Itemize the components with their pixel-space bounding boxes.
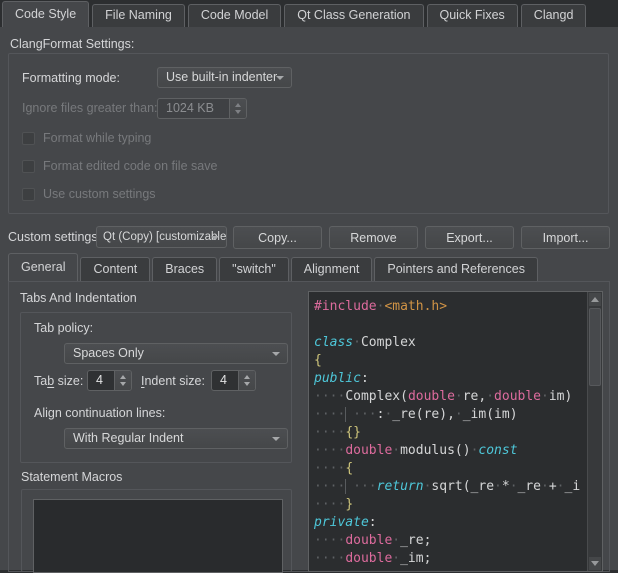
tab-alignment[interactable]: Alignment — [291, 257, 373, 281]
copy-button[interactable]: Copy... — [233, 226, 322, 249]
clangformat-settings-title: ClangFormat Settings: — [10, 37, 134, 51]
ignore-files-spinbox: 1024 KB — [157, 98, 247, 119]
remove-button[interactable]: Remove — [329, 226, 418, 249]
checkbox-icon — [22, 132, 35, 145]
chevron-down-icon — [211, 236, 219, 240]
ignore-files-value: 1024 KB — [158, 99, 229, 118]
tab-size-value: 4 — [88, 371, 114, 390]
tab-quick-fixes[interactable]: Quick Fixes — [427, 4, 518, 27]
spin-down-icon[interactable] — [244, 382, 250, 386]
code-line: ····Complex(double·re,·double·im) — [314, 388, 587, 406]
tab-size-label: Tab size: — [34, 374, 83, 388]
code-line: ···· ···return·sqrt(_re·*·_re·+·_i — [314, 478, 587, 496]
checkbox-label: Format edited code on file save — [43, 159, 217, 173]
code-line — [314, 316, 587, 334]
code-line: ····} — [314, 496, 587, 514]
tab-switch[interactable]: "switch" — [219, 257, 289, 281]
tabs-and-indentation-group: Tab policy: Spaces Only Tab size: 4 Inde… — [20, 312, 292, 463]
spin-down-icon — [235, 110, 241, 114]
code-line: ····{} — [314, 424, 587, 442]
spin-up-icon[interactable] — [244, 375, 250, 379]
code-style-page: ClangFormat Settings: Formatting mode: U… — [0, 27, 618, 570]
statement-macros-textarea[interactable] — [33, 499, 283, 573]
statement-macros-title: Statement Macros — [21, 470, 122, 484]
scroll-up-button[interactable] — [589, 293, 601, 306]
tab-file-naming[interactable]: File Naming — [92, 4, 185, 27]
indent-size-spinbox[interactable]: 4 — [211, 370, 256, 391]
scroll-down-icon — [591, 561, 599, 566]
align-continuation-value: With Regular Indent — [73, 431, 183, 445]
code-preview-lines: #include·<math.h> class·Complex{public:·… — [314, 298, 587, 571]
indent-size-label: Indent size: — [141, 374, 205, 388]
use-custom-settings-checkbox: Use custom settings — [22, 187, 156, 201]
checkbox-label: Format while typing — [43, 131, 151, 145]
tab-qt-class-generation[interactable]: Qt Class Generation — [284, 4, 423, 27]
settings-tab-bar: Code Style File Naming Code Model Qt Cla… — [0, 0, 618, 27]
tab-general[interactable]: General — [8, 253, 78, 281]
code-line: ····double·_re; — [314, 532, 587, 550]
format-while-typing-checkbox: Format while typing — [22, 131, 151, 145]
chevron-down-icon — [272, 352, 280, 356]
tab-policy-value: Spaces Only — [73, 346, 144, 360]
code-line: ····{ — [314, 460, 587, 478]
code-line: class·Complex — [314, 334, 587, 352]
checkbox-icon — [22, 160, 35, 173]
ignore-files-label: Ignore files greater than: — [22, 101, 158, 115]
tabs-and-indentation-title: Tabs And Indentation — [20, 291, 137, 305]
format-on-save-checkbox: Format edited code on file save — [22, 159, 217, 173]
export-button[interactable]: Export... — [425, 226, 514, 249]
code-preview[interactable]: #include·<math.h> class·Complex{public:·… — [308, 291, 603, 572]
indent-size-value: 4 — [212, 371, 238, 390]
scroll-down-button[interactable] — [589, 557, 601, 570]
chevron-down-icon — [276, 76, 284, 80]
spinner-arrows[interactable] — [238, 371, 255, 390]
code-line: ···· ···:·_re(re),·_im(im) — [314, 406, 587, 424]
spin-down-icon[interactable] — [120, 382, 126, 386]
formatting-mode-label: Formatting mode: — [22, 71, 120, 85]
scroll-up-icon — [591, 297, 599, 302]
import-button[interactable]: Import... — [521, 226, 610, 249]
style-tab-bar: General Content Braces "switch" Alignmen… — [8, 253, 540, 281]
checkbox-icon — [22, 188, 35, 201]
formatting-mode-value: Use built-in indenter — [166, 70, 277, 84]
tab-clangd[interactable]: Clangd — [521, 4, 587, 27]
checkbox-label: Use custom settings — [43, 187, 156, 201]
tab-policy-combo[interactable]: Spaces Only — [64, 343, 288, 364]
preview-scrollbar[interactable] — [587, 292, 602, 571]
chevron-down-icon — [272, 437, 280, 441]
custom-settings-value: Qt (Copy) [customizable] — [103, 231, 227, 243]
tab-policy-label: Tab policy: — [34, 321, 93, 335]
spin-up-icon[interactable] — [120, 375, 126, 379]
custom-settings-combo[interactable]: Qt (Copy) [customizable] — [96, 226, 227, 248]
tab-pointers-and-references[interactable]: Pointers and References — [374, 257, 538, 281]
spin-up-icon — [235, 103, 241, 107]
tab-code-style[interactable]: Code Style — [2, 1, 89, 27]
tab-code-model[interactable]: Code Model — [188, 4, 281, 27]
spinner-arrows[interactable] — [114, 371, 131, 390]
custom-settings-label: Custom settings: — [8, 230, 101, 244]
code-line: #include·<math.h> — [314, 298, 587, 316]
statement-macros-group — [21, 489, 292, 572]
custom-settings-buttons: Copy... Remove Export... Import... — [233, 226, 610, 249]
formatting-mode-combo[interactable]: Use built-in indenter — [157, 67, 292, 88]
tab-braces[interactable]: Braces — [152, 257, 217, 281]
code-line: ····double·modulus()·const — [314, 442, 587, 460]
align-continuation-label: Align continuation lines: — [34, 406, 165, 420]
scroll-thumb[interactable] — [589, 308, 601, 386]
tab-content[interactable]: Content — [80, 257, 150, 281]
code-line: public: — [314, 370, 587, 388]
code-line: { — [314, 352, 587, 370]
code-line: ····double·_im; — [314, 550, 587, 568]
code-line: private: — [314, 514, 587, 532]
tab-size-spinbox[interactable]: 4 — [87, 370, 132, 391]
spinner-arrows — [229, 99, 246, 118]
align-continuation-combo[interactable]: With Regular Indent — [64, 428, 288, 449]
